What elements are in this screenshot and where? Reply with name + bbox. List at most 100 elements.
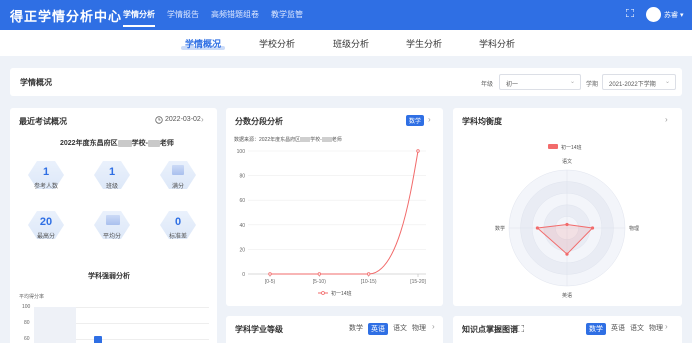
chevron-right-icon[interactable]: › — [665, 115, 668, 124]
grade-select[interactable]: 初一 ⌄ — [499, 74, 581, 90]
fullscreen-icon[interactable] — [626, 9, 634, 17]
grade-label: 年级 — [481, 82, 494, 88]
avatar[interactable] — [646, 7, 661, 22]
grade-select-value: 初一 — [506, 82, 519, 88]
stat-avg-label: 平均分 — [102, 234, 121, 240]
y-tick: 100 — [22, 304, 31, 310]
chevron-down-icon: ▾ — [679, 12, 684, 19]
term-select-value: 2021-2022下学期 — [609, 82, 656, 88]
subject-tag[interactable]: 数学 — [406, 115, 425, 126]
series-line — [270, 150, 419, 275]
subject-strength-title: 学科强弱分析 — [88, 273, 130, 280]
score-dist-chart: 0 20 40 60 80 100 [0-5) [5-10) [10-15) [15-20] 初一1… — [237, 149, 427, 297]
y-tick-label: 20 — [239, 247, 245, 253]
stat-fullscore-label: 满分 — [171, 184, 184, 190]
topnav-item-wrong-questions[interactable]: 高频错题组卷 — [211, 0, 259, 30]
data-source-mid: 学校- — [310, 137, 322, 143]
tab-physics[interactable]: 物理 — [649, 323, 663, 335]
chevron-right-icon[interactable]: › — [201, 115, 204, 124]
stat-max-value: 20 — [39, 216, 53, 228]
legend-swatch — [548, 144, 558, 149]
legend-label: 初一14班 — [331, 290, 352, 297]
knowledge-tabs: 数学 英语 语文 物理 — [586, 323, 663, 335]
radar-axis-label: 数学 — [495, 225, 505, 232]
axis-title: 平均得分率 — [19, 294, 45, 300]
radar-point — [535, 226, 540, 230]
score-dist-card: 分数分段分析 数学 › 数据来源：2022年度东昌府区 学校- 老师 0 20 40 60… — [226, 108, 443, 306]
grade-level-tabs: 数学 英语 语文 物理 — [349, 323, 426, 335]
app-title: 得正学情分析中心 — [10, 9, 123, 24]
radar-point — [565, 222, 569, 227]
tab-math[interactable]: 数学 — [586, 323, 606, 335]
radar-axis-label: 英语 — [562, 292, 572, 299]
grade-level-title: 学科学业等级 — [235, 325, 283, 334]
chevron-down-icon: ⌄ — [569, 79, 575, 85]
knowledge-title: 知识点掌握图谱 — [462, 325, 518, 334]
stat-max-label: 最高分 — [36, 234, 55, 240]
chevron-right-icon[interactable]: › — [432, 322, 435, 331]
redacted-block — [321, 137, 332, 143]
tab-english[interactable]: 英语 — [611, 323, 625, 335]
recent-exam-card: 最近考试概况 2022-03-02 › 2022年度东昌府区 学校- 老师 1 参考… — [10, 108, 217, 343]
balance-card: 学科均衡度 › 初一14班语文物理英语 数学 — [453, 108, 682, 306]
top-bar: 得正学情分析中心 学情分析 学情报告 高频错题组卷 教学监管 苏睿 ▾ — [0, 0, 692, 30]
legend-marker — [321, 291, 325, 295]
stat-participants-label: 参考人数 — [33, 184, 58, 190]
y-tick-label: 100 — [237, 149, 246, 155]
page-title: 学情概况 — [20, 78, 52, 87]
radar-axis-label: 物理 — [629, 225, 639, 232]
stat-class-value: 1 — [108, 166, 116, 178]
bar-highlight — [34, 307, 76, 343]
legend-label: 初一14班 — [561, 144, 582, 151]
redacted-block — [117, 139, 132, 147]
tab-overview[interactable]: 学情概况 — [180, 37, 226, 50]
redacted-block — [300, 137, 311, 143]
y-tick: 60 — [24, 336, 30, 342]
radar-point — [590, 226, 595, 230]
data-source-suffix: 老师 — [331, 137, 342, 143]
stat-std-label: 标准差 — [168, 234, 187, 240]
chevron-right-icon[interactable]: › — [428, 115, 431, 124]
y-tick: 80 — [24, 320, 30, 326]
tab-english[interactable]: 英语 — [368, 323, 388, 335]
chevron-down-icon: ⌄ — [664, 79, 670, 85]
redacted-value — [106, 215, 120, 225]
stat-participants-value: 1 — [42, 166, 50, 178]
topnav-item-report[interactable]: 学情报告 — [167, 0, 199, 30]
topnav-item-analysis[interactable]: 学情分析 — [123, 0, 155, 30]
tab-chinese[interactable]: 语文 — [393, 323, 407, 335]
data-source: 数据来源：2022年度东昌府区 学校- 老师 — [234, 136, 342, 143]
user-name-text: 苏睿 — [664, 12, 678, 19]
tab-class[interactable]: 班级分析 — [333, 37, 369, 50]
y-tick-label: 80 — [239, 174, 245, 180]
tab-chinese[interactable]: 语文 — [630, 323, 644, 335]
recent-exam-title: 最近考试概况 — [19, 117, 67, 126]
exam-name-mid: 学校- — [131, 140, 148, 147]
chevron-right-icon[interactable]: › — [665, 322, 668, 331]
exam-name: 2022年度东昌府区 学校- 老师 — [60, 138, 174, 148]
redacted-block — [147, 139, 160, 147]
expand-icon[interactable] — [517, 325, 524, 332]
top-nav: 学情分析 学情报告 高频错题组卷 教学监管 — [123, 0, 315, 30]
stat-class-label: 班级 — [105, 184, 118, 190]
score-dist-title: 分数分段分析 — [235, 117, 283, 126]
x-tick-label: [0-5) — [265, 279, 276, 285]
exam-name-suffix: 老师 — [159, 140, 174, 147]
tab-school[interactable]: 学校分析 — [259, 37, 295, 50]
term-select[interactable]: 2021-2022下学期 ⌄ — [602, 74, 676, 90]
stat-std-value: 0 — [174, 216, 182, 228]
user-name[interactable]: 苏睿 ▾ — [664, 10, 683, 20]
radar-axis-label: 语文 — [562, 158, 572, 165]
grade-level-card: 学科学业等级 数学 英语 语文 物理 › — [226, 316, 443, 343]
tab-student[interactable]: 学生分析 — [406, 37, 442, 50]
clock-icon — [155, 116, 163, 124]
topnav-item-supervision[interactable]: 教学监管 — [271, 0, 303, 30]
tab-subject[interactable]: 学科分析 — [479, 37, 515, 50]
tab-physics[interactable]: 物理 — [412, 323, 426, 335]
tab-math[interactable]: 数学 — [349, 323, 363, 335]
sub-nav: 学情概况 学校分析 班级分析 学生分析 学科分析 — [0, 30, 692, 56]
balance-title: 学科均衡度 — [462, 117, 502, 126]
exam-name-prefix: 2022年度东昌府区 — [60, 140, 118, 147]
redacted-value — [172, 165, 184, 175]
data-source-prefix: 数据来源：2022年度东昌府区 — [234, 137, 301, 143]
